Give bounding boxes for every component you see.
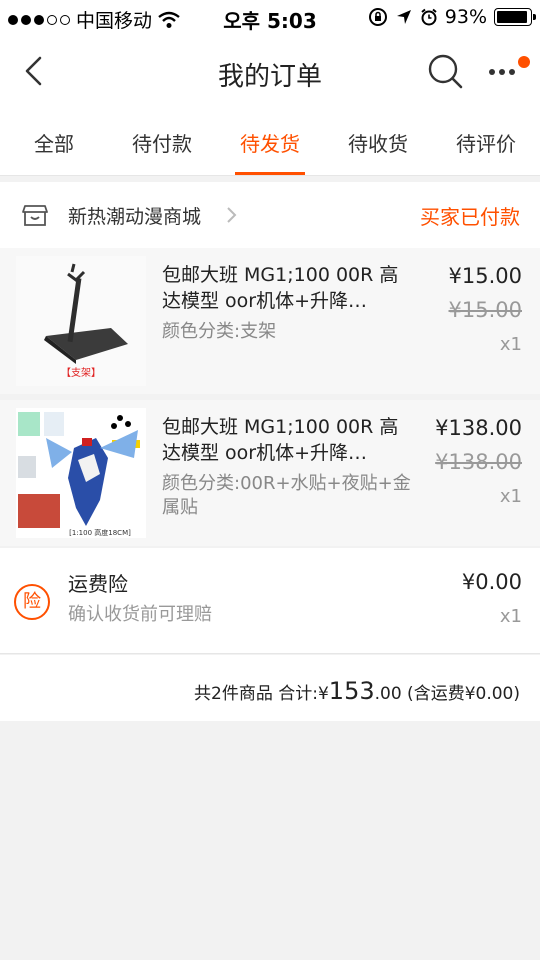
- shop-header[interactable]: 新热潮动漫商城 买家已付款: [0, 182, 540, 248]
- status-bar: 中国移动 오후 5:03 93%: [0, 0, 540, 36]
- stand-illustration: 【支架】: [16, 256, 146, 386]
- summary-currency: ¥: [317, 684, 329, 704]
- tab-all[interactable]: 全部: [4, 128, 104, 157]
- shipping-insurance-row[interactable]: 险 运费险 确认收货前可理赔 ¥0.00 x1: [0, 548, 540, 654]
- battery-fill: [497, 11, 527, 23]
- summary-total-int: 153: [328, 677, 375, 705]
- battery-percent: 93%: [444, 6, 487, 28]
- order-item[interactable]: 【支架】 包邮大班 MG1;100 00R 高达模型 oor机体+升降… 颜色分…: [0, 248, 540, 394]
- product-quantity: x1: [499, 334, 522, 355]
- summary-shipping: (含运费¥0.00): [401, 684, 520, 704]
- summary-total-dec: .00: [374, 684, 402, 704]
- thumb-caption: [1:100 高度18CM]: [69, 528, 131, 537]
- order-summary: 共2件商品 合计:¥153.00 (含运费¥0.00): [0, 655, 540, 721]
- nav-bar: 我的订单: [0, 36, 540, 108]
- tab-pending-payment[interactable]: 待付款: [112, 128, 212, 157]
- insurance-subtitle: 确认收货前可理赔: [68, 604, 212, 625]
- product-original-price: ¥15.00: [448, 298, 522, 322]
- product-sku: 颜色分类:00R+水贴+夜贴+金属贴: [162, 473, 411, 518]
- product-image-gundam[interactable]: [1:100 高度18CM]: [16, 408, 146, 538]
- search-icon[interactable]: [426, 52, 464, 90]
- product-sku: 颜色分类:支架: [162, 321, 277, 342]
- tab-pending-review[interactable]: 待评价: [436, 128, 536, 157]
- product-title[interactable]: 包邮大班 MG1;100 00R 高达模型 oor机体+升降…: [162, 262, 412, 314]
- location-arrow-icon: [396, 10, 411, 24]
- tab-pending-shipment[interactable]: 待发货: [220, 128, 320, 157]
- summary-text: 共2件商品 合计:¥153.00 (含运费¥0.00): [194, 677, 520, 705]
- more-icon[interactable]: [486, 60, 522, 84]
- tab-pending-receipt[interactable]: 待收货: [328, 128, 428, 157]
- notification-dot: [518, 56, 530, 68]
- product-price: ¥15.00: [448, 264, 522, 288]
- product-price: ¥138.00: [435, 416, 522, 440]
- shop-name[interactable]: 新热潮动漫商城: [68, 202, 201, 229]
- order-status: 买家已付款: [420, 205, 520, 229]
- order-item[interactable]: [1:100 高度18CM] 包邮大班 MG1;100 00R 高达模型 oor…: [0, 400, 540, 546]
- product-original-price: ¥138.00: [435, 450, 522, 474]
- order-tabs: 全部 待付款 待发货 待收货 待评价: [0, 108, 540, 176]
- product-title[interactable]: 包邮大班 MG1;100 00R 高达模型 oor机体+升降…: [162, 414, 412, 466]
- insurance-title: 运费险: [68, 572, 128, 596]
- gundam-illustration: [1:100 高度18CM]: [16, 408, 146, 538]
- insurance-price: ¥0.00: [461, 570, 522, 594]
- summary-count: 共2件商品 合计:: [194, 684, 318, 704]
- product-quantity: x1: [499, 486, 522, 507]
- battery-icon: [494, 8, 536, 26]
- thumb-caption: 【支架】: [61, 367, 101, 379]
- store-icon: [22, 205, 48, 226]
- rotation-lock-icon: [368, 8, 387, 26]
- alarm-icon: [421, 8, 437, 26]
- insurance-quantity: x1: [499, 606, 522, 627]
- active-tab-indicator: [235, 172, 305, 175]
- status-right: 93%: [368, 6, 536, 28]
- insurance-icon: 险: [14, 584, 50, 620]
- chevron-right-icon: [227, 207, 237, 223]
- product-image-stand[interactable]: 【支架】: [16, 256, 146, 386]
